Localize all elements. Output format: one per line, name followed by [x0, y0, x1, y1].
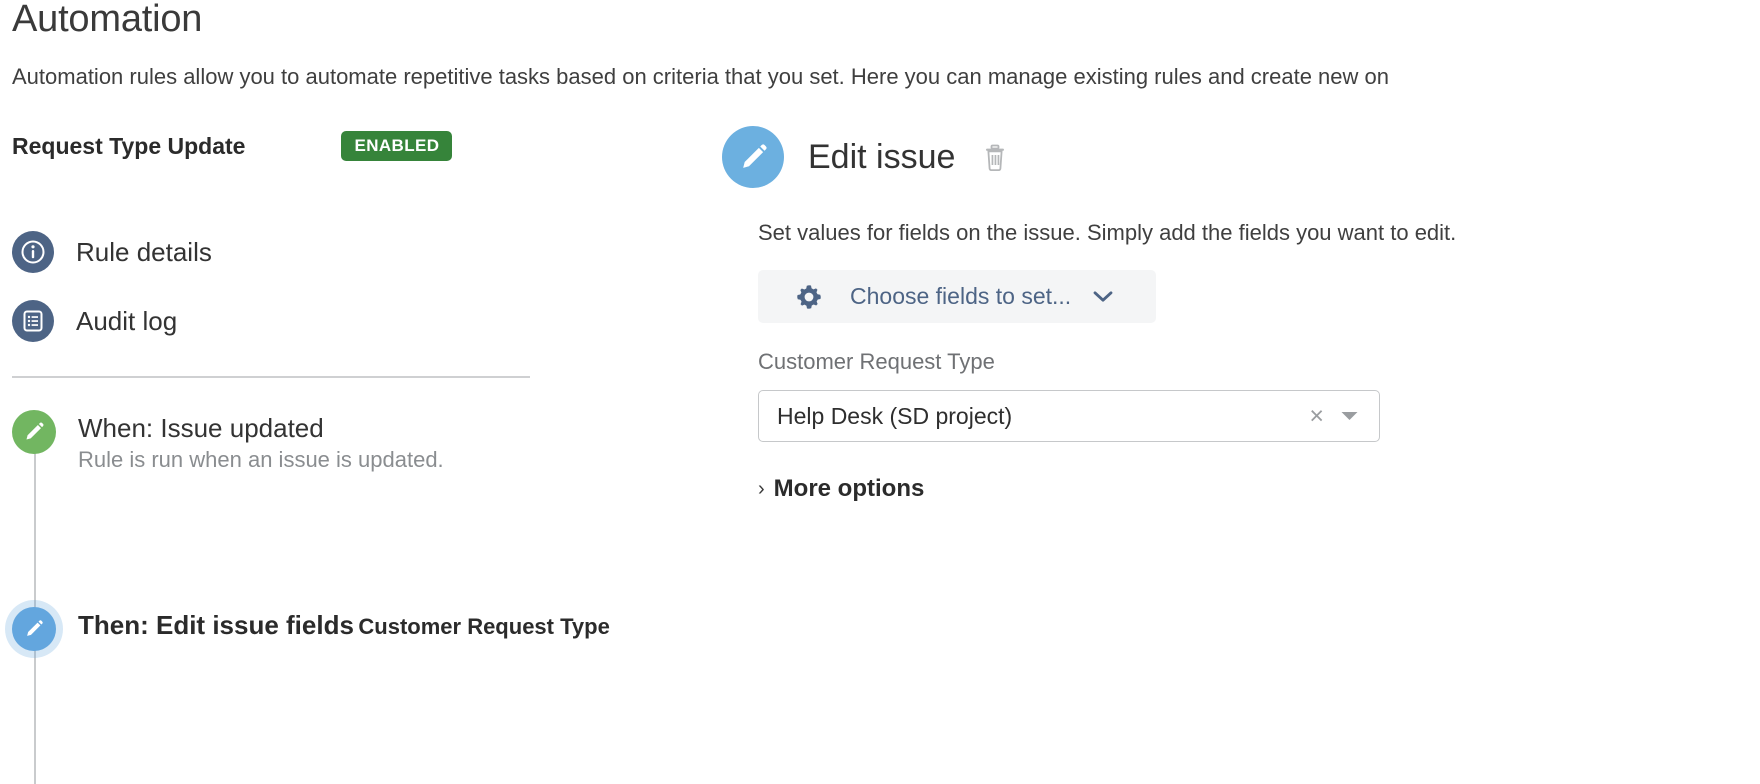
timeline-step-body: When: Issue updated Rule is run when an …	[78, 410, 692, 475]
close-icon[interactable]: ×	[1309, 403, 1324, 429]
sidebar-item-rule-details[interactable]: Rule details	[12, 226, 532, 278]
chevron-down-icon	[1093, 290, 1113, 303]
rule-name: Request Type Update	[12, 132, 246, 159]
rule-nav-list: Rule details Audit log	[12, 226, 532, 347]
field-label-customer-request-type: Customer Request Type	[758, 349, 995, 374]
timeline-step-trigger[interactable]: When: Issue updated Rule is run when an …	[12, 410, 692, 475]
rule-timeline: When: Issue updated Rule is run when an …	[12, 410, 692, 784]
info-icon	[12, 231, 54, 273]
chevron-right-icon: ›	[758, 478, 765, 500]
timeline-step-subtitle: Rule is run when an issue is updated.	[78, 447, 444, 472]
rule-sidebar: Request Type Update ENABLED Rule details	[0, 126, 700, 784]
gear-icon	[794, 282, 824, 312]
sidebar-item-audit-log[interactable]: Audit log	[12, 295, 532, 347]
action-detail-panel: Edit issue Set values for fields on the …	[722, 126, 1760, 503]
sidebar-divider	[12, 376, 530, 378]
pencil-icon	[12, 410, 56, 454]
trash-icon[interactable]	[981, 142, 1009, 172]
sidebar-item-label: Audit log	[76, 305, 178, 336]
sidebar-item-label: Rule details	[76, 236, 212, 267]
panel-header: Edit issue	[722, 126, 1760, 188]
more-options-toggle[interactable]: › More options	[758, 475, 924, 503]
rule-header: Request Type Update ENABLED	[12, 126, 572, 166]
choose-fields-button[interactable]: Choose fields to set...	[758, 270, 1156, 323]
choose-fields-label: Choose fields to set...	[850, 283, 1072, 309]
more-options-label: More options	[773, 475, 925, 502]
timeline-step-title: Then: Edit issue fields	[78, 610, 354, 640]
page-title: Automation	[12, 0, 203, 40]
pencil-icon	[12, 607, 56, 651]
automation-page: Automation Automation rules allow you to…	[0, 0, 1760, 784]
page-description: Automation rules allow you to automate r…	[12, 64, 1389, 89]
customer-request-type-select[interactable]: Help Desk (SD project) ×	[758, 390, 1380, 442]
timeline-step-title: When: Issue updated	[78, 413, 324, 443]
timeline-step-subtitle: Customer Request Type	[358, 614, 610, 639]
timeline-step-body: Then: Edit issue fields Customer Request…	[78, 607, 610, 642]
status-badge: ENABLED	[341, 131, 453, 161]
timeline-step-action[interactable]: Then: Edit issue fields Customer Request…	[12, 607, 692, 651]
panel-title: Edit issue	[808, 138, 956, 176]
panel-description: Set values for fields on the issue. Simp…	[758, 220, 1457, 245]
select-value: Help Desk (SD project)	[777, 402, 1013, 429]
caret-down-icon[interactable]	[1340, 410, 1359, 422]
list-icon	[12, 300, 54, 342]
pencil-icon	[722, 126, 784, 188]
